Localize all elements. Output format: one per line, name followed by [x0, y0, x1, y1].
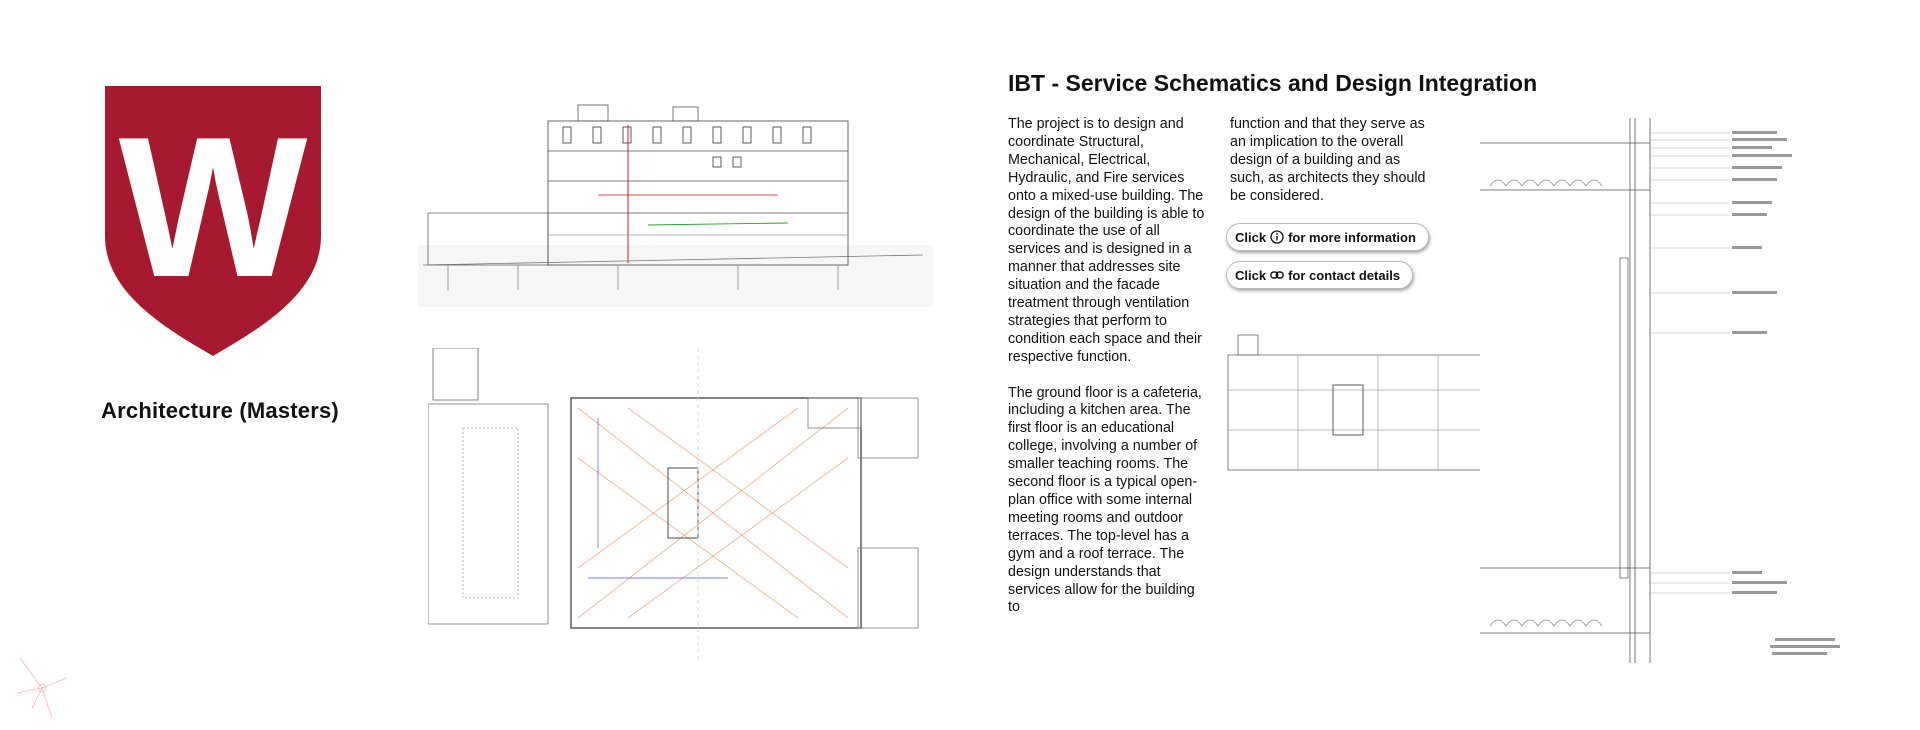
floor-plan-drawing — [428, 348, 933, 660]
building-section-drawing — [418, 95, 933, 310]
button-label-prefix: Click — [1235, 229, 1267, 245]
description-column-1: The project is to design and coordinate … — [1008, 116, 1208, 635]
link-icon — [1270, 271, 1284, 279]
description-column-2: function and that they serve as an impli… — [1230, 116, 1430, 223]
button-label-suffix: for more information — [1288, 229, 1416, 245]
info-icon — [1270, 230, 1284, 244]
contact-details-button[interactable]: Click for contact details — [1226, 261, 1414, 289]
university-logo: W — [105, 86, 321, 356]
description-paragraph: The ground floor is a cafeteria, includi… — [1008, 384, 1202, 616]
button-label-prefix: Click — [1235, 267, 1267, 283]
logo-letter: W — [119, 96, 308, 319]
more-information-button[interactable]: Click for more information — [1226, 223, 1429, 251]
program-title: Architecture (Masters) — [101, 398, 339, 423]
construction-detail-drawing — [1480, 118, 1860, 663]
button-label-suffix: for contact details — [1288, 267, 1401, 283]
description-paragraph: The project is to design and coordinate … — [1008, 116, 1205, 365]
page-title: IBT - Service Schematics and Design Inte… — [1008, 70, 1538, 96]
decorative-floral-mark — [16, 657, 68, 719]
description-paragraph: function and that they serve as an impli… — [1230, 116, 1426, 204]
upper-floor-plan-drawing — [1218, 330, 1510, 490]
